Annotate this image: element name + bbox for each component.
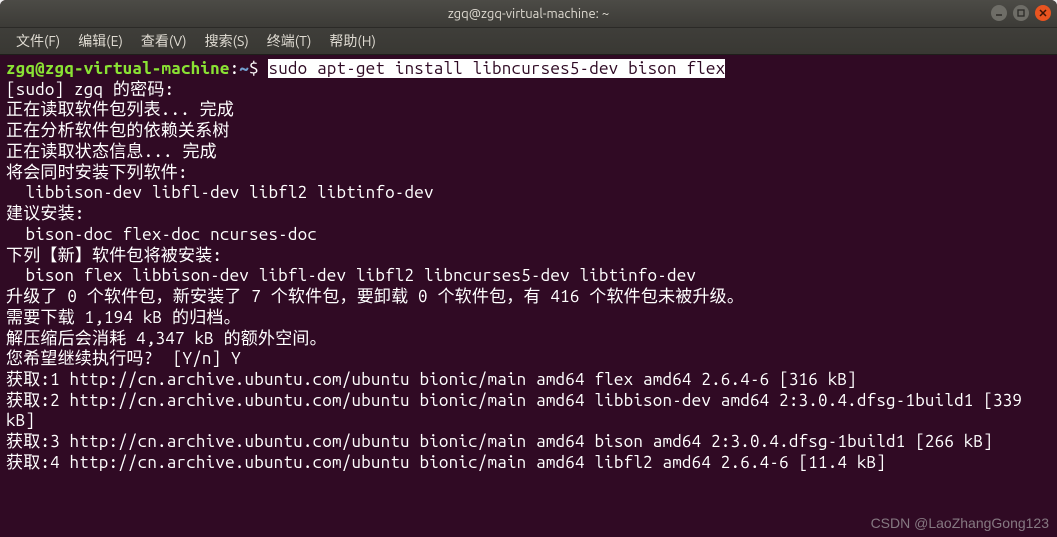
command-text: sudo apt-get install libncurses5-dev bis…	[268, 59, 725, 78]
output-line: libbison-dev libfl-dev libfl2 libtinfo-d…	[6, 183, 434, 202]
output-line: bison flex libbison-dev libfl-dev libfl2…	[6, 266, 696, 285]
menu-edit[interactable]: 编辑(E)	[70, 28, 131, 54]
output-line: 建议安装:	[6, 204, 85, 223]
minimize-button[interactable]	[991, 5, 1007, 21]
window-title: zgq@zgq-virtual-machine: ~	[448, 7, 609, 21]
output-line: 正在读取状态信息... 完成	[6, 142, 217, 161]
titlebar: zgq@zgq-virtual-machine: ~	[0, 0, 1057, 28]
menu-terminal[interactable]: 终端(T)	[259, 28, 320, 54]
window-controls	[991, 5, 1051, 21]
output-line: bison-doc flex-doc ncurses-doc	[6, 225, 317, 244]
output-line: 将会同时安装下列软件:	[6, 163, 188, 182]
output-line: 您希望继续执行吗? [Y/n] Y	[6, 349, 241, 368]
output-line: 升级了 0 个软件包，新安装了 7 个软件包，要卸载 0 个软件包，有 416 …	[6, 287, 744, 306]
prompt-path: ~	[239, 59, 249, 78]
output-line: 获取:4 http://cn.archive.ubuntu.com/ubuntu…	[6, 453, 886, 472]
output-line: 正在读取软件包列表... 完成	[6, 100, 234, 119]
terminal-body[interactable]: zgq@zgq-virtual-machine:~$ sudo apt-get …	[0, 55, 1057, 537]
maximize-button[interactable]	[1013, 5, 1029, 21]
output-line: 下列【新】软件包将被安装:	[6, 246, 222, 265]
output-line: 获取:2 http://cn.archive.ubuntu.com/ubuntu…	[6, 391, 1032, 431]
output-line: 需要下载 1,194 kB 的归档。	[6, 308, 241, 327]
prompt-userhost: zgq@zgq-virtual-machine	[6, 59, 230, 78]
menu-help[interactable]: 帮助(H)	[321, 28, 384, 54]
output-line: 正在分析软件包的依赖关系树	[6, 121, 230, 140]
output-line: 获取:1 http://cn.archive.ubuntu.com/ubuntu…	[6, 370, 857, 389]
output-line: [sudo] zgq 的密码:	[6, 80, 174, 99]
prompt-dollar: $	[249, 59, 268, 78]
output-line: 解压缩后会消耗 4,347 kB 的额外空间。	[6, 329, 327, 348]
output-line: 获取:3 http://cn.archive.ubuntu.com/ubuntu…	[6, 432, 993, 451]
menu-view[interactable]: 查看(V)	[133, 28, 195, 54]
prompt-colon: :	[230, 59, 240, 78]
menubar: 文件(F) 编辑(E) 查看(V) 搜索(S) 终端(T) 帮助(H)	[0, 28, 1057, 55]
close-button[interactable]	[1035, 5, 1051, 21]
menu-search[interactable]: 搜索(S)	[197, 28, 257, 54]
menu-file[interactable]: 文件(F)	[8, 28, 68, 54]
terminal-window: zgq@zgq-virtual-machine: ~ 文件(F) 编辑(E) 查…	[0, 0, 1057, 537]
